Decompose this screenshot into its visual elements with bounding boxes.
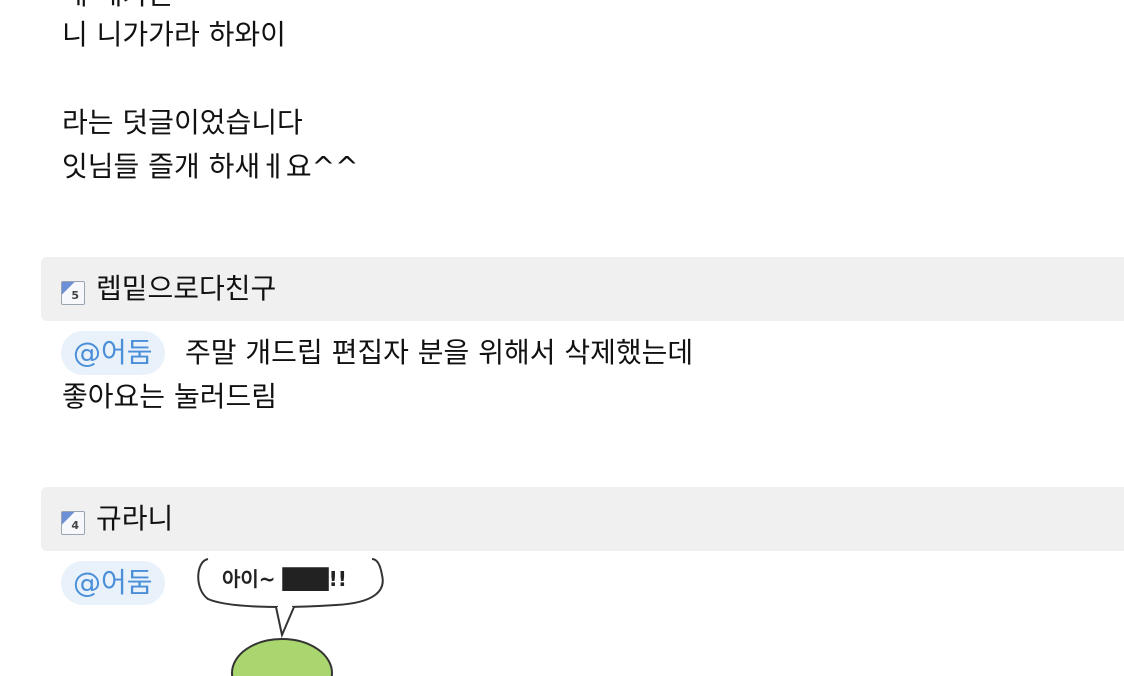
mention-link[interactable]: @어둠: [61, 331, 165, 375]
comment-author[interactable]: 렙밑으로다친구: [96, 271, 276, 307]
speech-bubble-text: 아이~ ███!!: [222, 567, 347, 591]
user-level-badge-icon: 5: [61, 281, 85, 305]
post-line-1: 니 니가가라 하와이: [62, 18, 286, 51]
user-level-badge-icon: 4: [61, 511, 85, 535]
comment-header: 5 렙밑으로다친구: [41, 257, 1124, 321]
comment-page: 네 네가는 니 니가가라 하와이 라는 덧글이었습니다 잇님들 즐개 하새ㅔ요^…: [0, 0, 1124, 676]
speech-bubble-tail: [275, 606, 295, 639]
comment-image[interactable]: 아이~ ███!!: [186, 555, 396, 676]
green-character: [231, 638, 333, 676]
comment-text-line-2: 좋아요는 눌러드림: [62, 380, 277, 413]
post-line-clipped: 네 네가는: [62, 0, 174, 12]
meme-illustration: 아이~ ███!!: [197, 558, 384, 676]
comment-author[interactable]: 규라니: [96, 501, 173, 537]
post-line-2: 라는 덧글이었습니다: [62, 106, 303, 139]
mention-link[interactable]: @어둠: [61, 561, 165, 605]
comment-text-line-1: 주말 개드립 편집자 분을 위해서 삭제했는데: [185, 336, 694, 369]
post-line-3: 잇님들 즐개 하새ㅔ요^^: [62, 150, 359, 183]
comment-header: 4 규라니: [41, 487, 1124, 551]
